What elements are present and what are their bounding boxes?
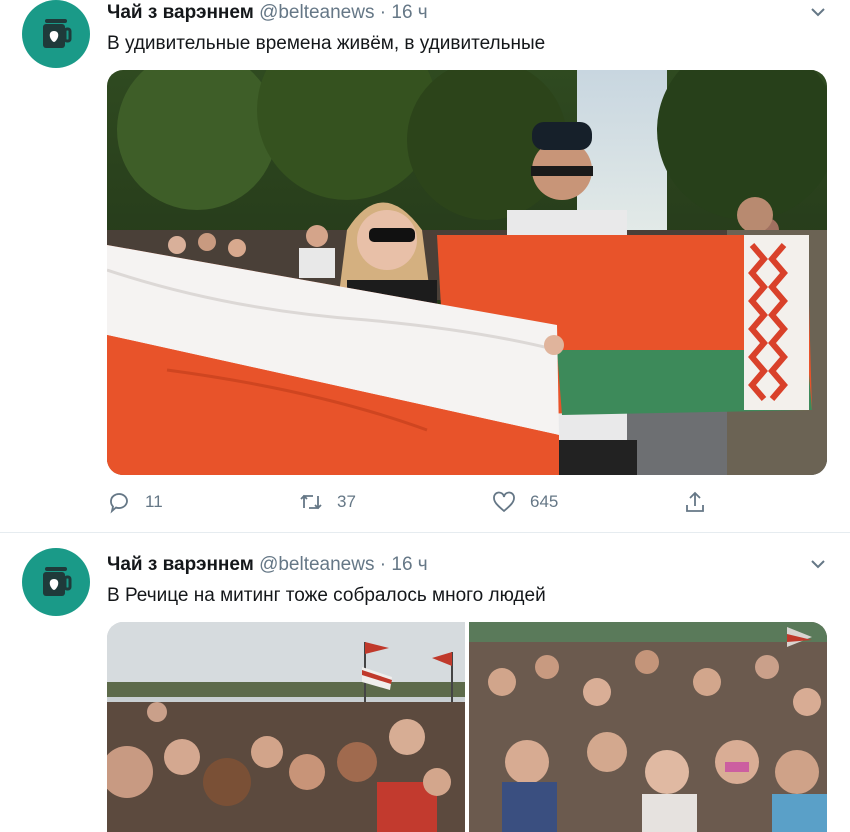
mug-logo-icon	[43, 567, 72, 596]
retweet-icon	[300, 494, 322, 510]
share-button[interactable]	[683, 490, 707, 514]
like-count: 645	[530, 492, 559, 511]
photo-left[interactable]	[107, 622, 465, 832]
avatar[interactable]	[22, 0, 90, 68]
timestamp[interactable]: 16 ч	[391, 2, 427, 23]
retweet-count: 37	[337, 492, 356, 511]
chevron-down-icon[interactable]	[808, 2, 828, 22]
photo-right[interactable]	[469, 622, 827, 832]
rechitsa-rally-photos	[107, 622, 827, 832]
tweet-photo[interactable]	[107, 70, 827, 475]
tweet-header: Чай з варэннем @belteanews · 16 ч	[107, 554, 428, 576]
mug-logo-icon	[43, 19, 72, 48]
author-handle[interactable]: @belteanews	[259, 2, 374, 23]
separator: ·	[379, 2, 387, 23]
reply-icon	[110, 493, 128, 514]
like-button[interactable]: 645	[492, 490, 558, 514]
timestamp[interactable]: 16 ч	[391, 554, 427, 575]
tweet-2[interactable]: Чай з варэннем @belteanews · 16 ч В Речи…	[0, 548, 850, 832]
reply-count: 11	[145, 492, 163, 511]
tweet-text: В удивительные времена живём, в удивител…	[107, 33, 546, 54]
avatar[interactable]	[22, 548, 90, 616]
share-icon	[686, 491, 704, 512]
tweet-1[interactable]: Чай з варэннем @belteanews · 16 ч В удив…	[0, 0, 850, 532]
protest-flag-photo	[107, 70, 827, 475]
tweet-actions: 11 37 645	[107, 490, 717, 520]
like-icon	[493, 491, 515, 513]
tweet-header: Чай з варэннем @belteanews · 16 ч	[107, 2, 428, 24]
tweet-photo-grid	[107, 622, 827, 832]
separator: ·	[379, 554, 387, 575]
tweet-divider	[0, 532, 850, 533]
tweet-text: В Речице на митинг тоже собралось много …	[107, 585, 546, 606]
author-name[interactable]: Чай з варэннем	[107, 554, 254, 575]
author-handle[interactable]: @belteanews	[259, 554, 374, 575]
chevron-down-icon[interactable]	[808, 554, 828, 574]
author-name[interactable]: Чай з варэннем	[107, 2, 254, 23]
retweet-button[interactable]: 37	[299, 490, 356, 514]
reply-button[interactable]: 11	[107, 490, 163, 514]
